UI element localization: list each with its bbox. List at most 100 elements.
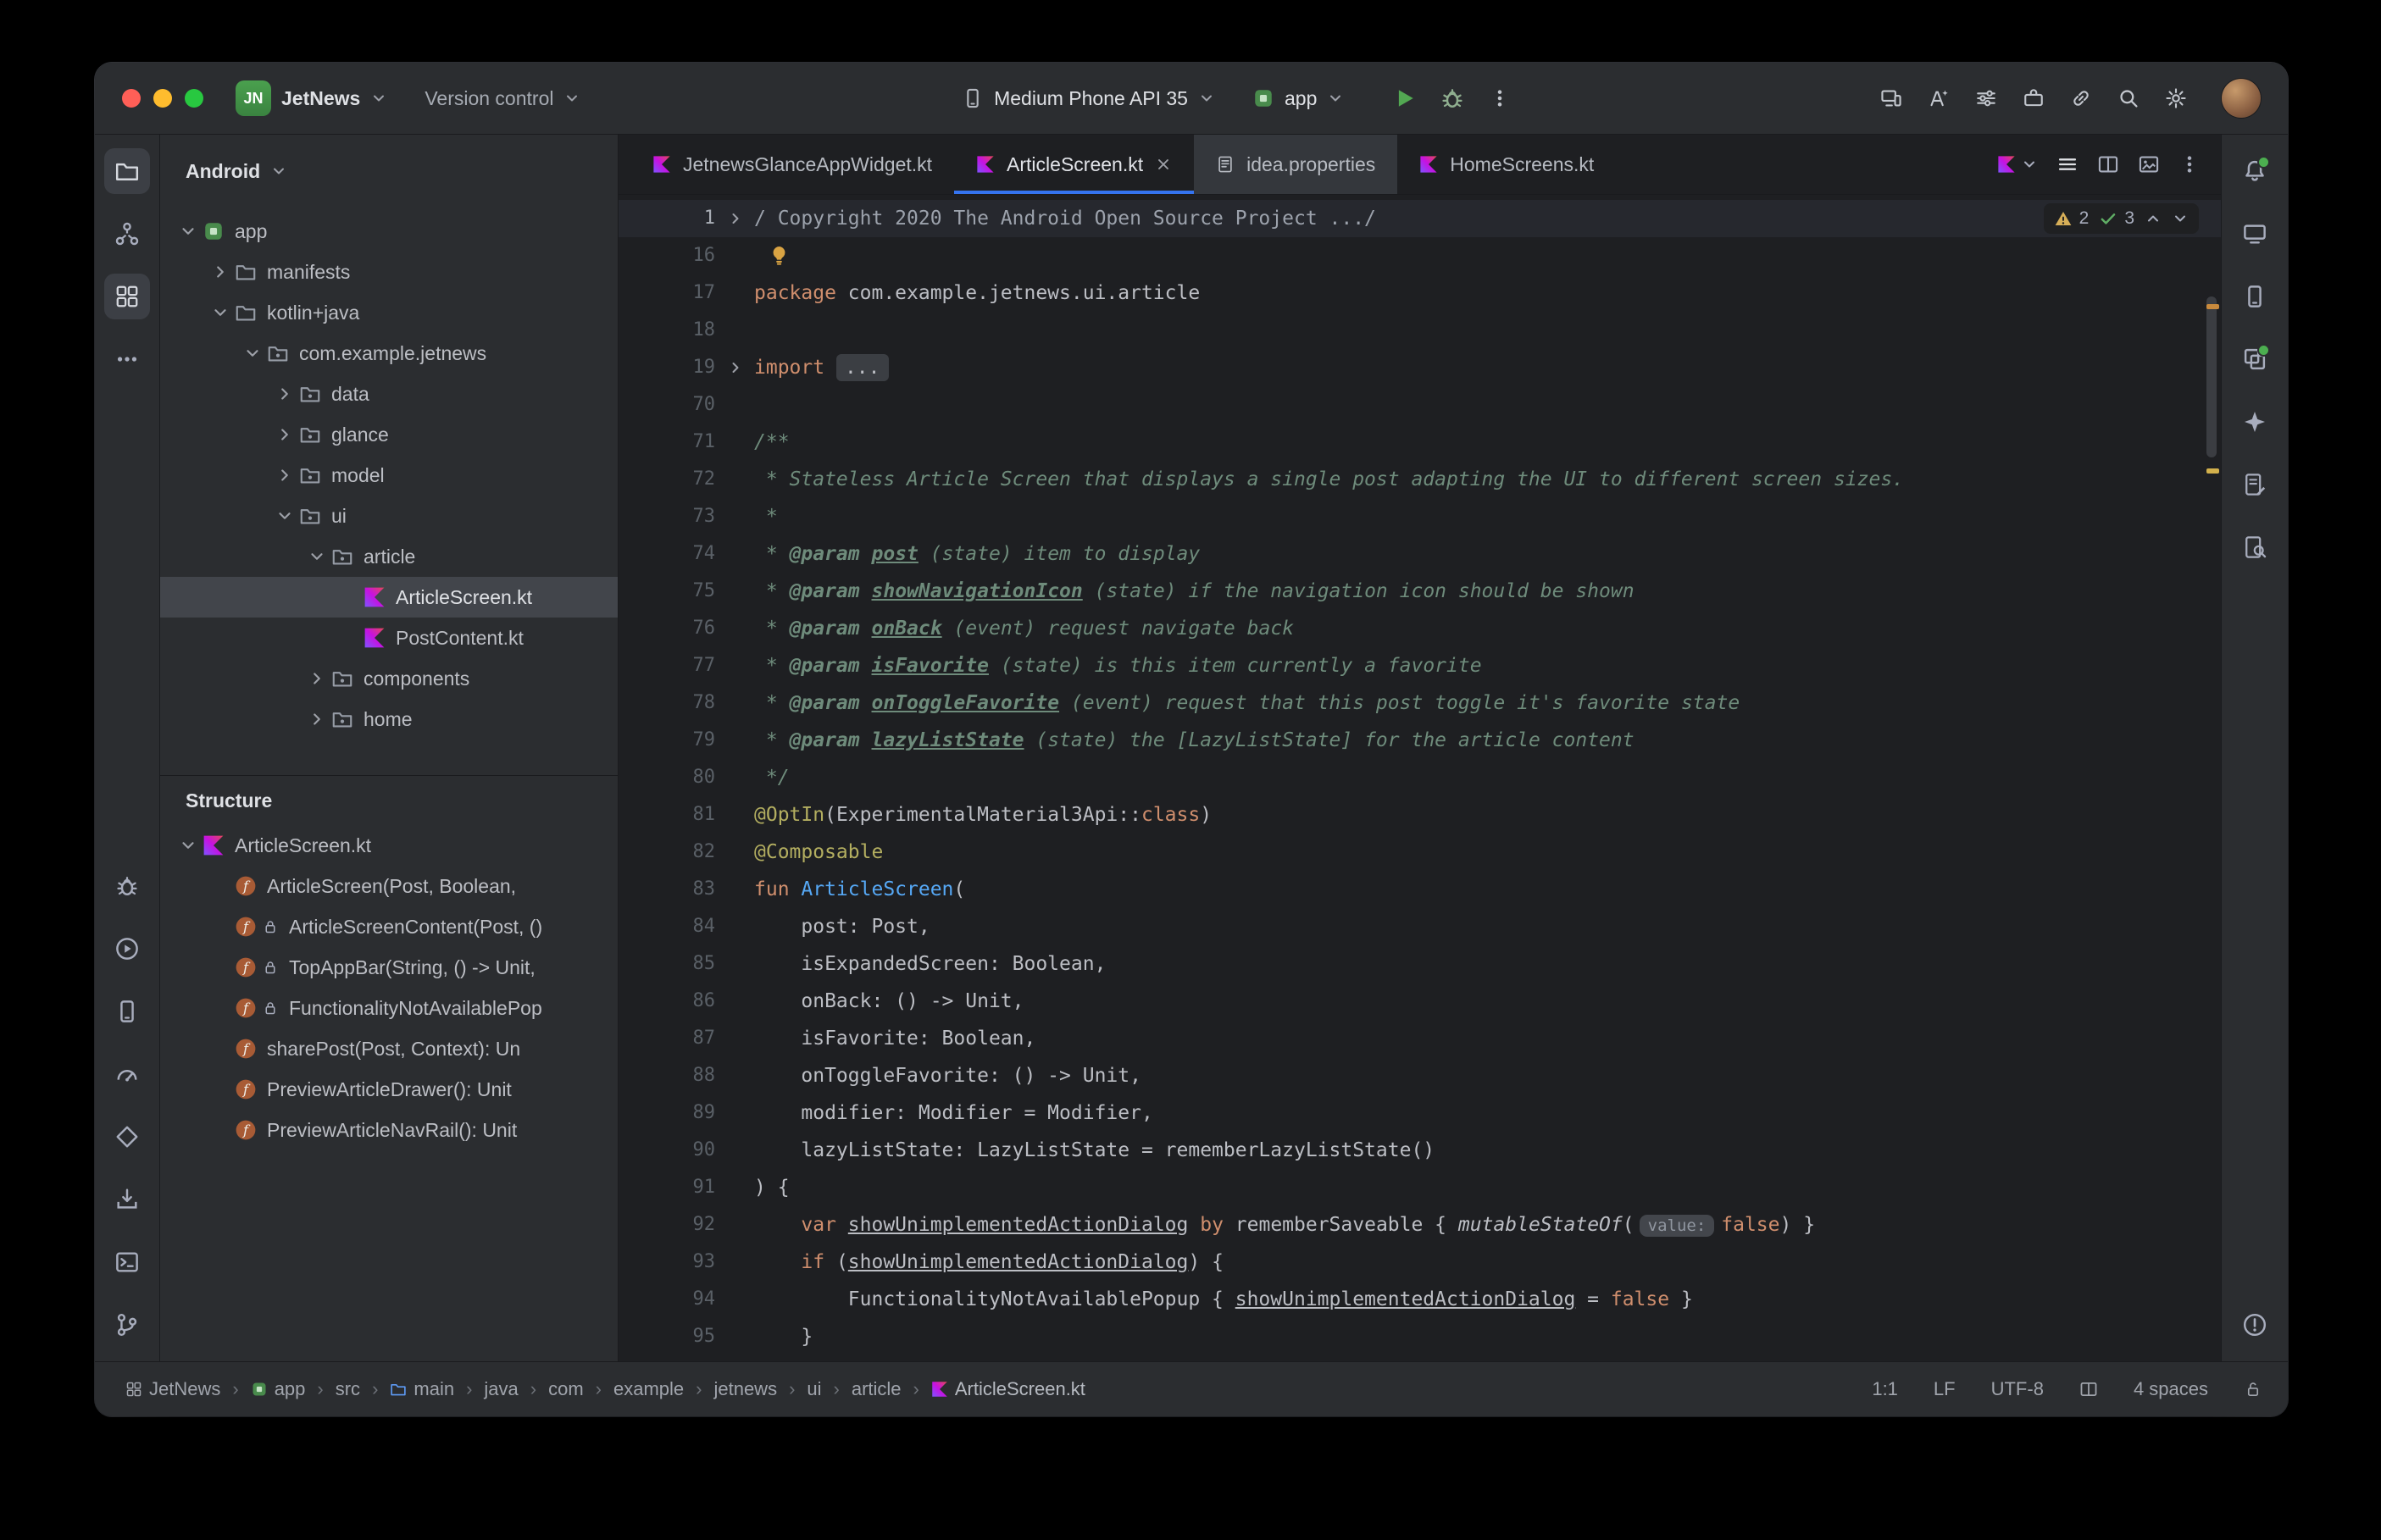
code-line-81[interactable]: 81@OptIn(ExperimentalMaterial3Api::class… <box>619 796 2221 834</box>
tool-button-app-quality-insights[interactable] <box>104 863 150 909</box>
editor-config-icon[interactable] <box>2079 1380 2098 1399</box>
tab-close-button[interactable] <box>1155 156 1172 173</box>
breadcrumb-ui[interactable]: ui <box>807 1378 821 1400</box>
minimize-window-button[interactable] <box>153 89 172 108</box>
structure-item-previewarticledrawer-unit[interactable]: PreviewArticleDrawer(): Unit <box>160 1069 618 1110</box>
warning-stripe-mark[interactable] <box>2206 304 2219 309</box>
tool-button-problems[interactable] <box>2232 1302 2278 1348</box>
code-line-72[interactable]: 72 * Stateless Article Screen that displ… <box>619 461 2221 498</box>
tool-button-app-inspection[interactable] <box>104 1114 150 1160</box>
encoding[interactable]: UTF-8 <box>1991 1378 2044 1400</box>
code-line-76[interactable]: 76 * @param onBack (event) request navig… <box>619 610 2221 647</box>
breadcrumb-articlescreen-kt[interactable]: ArticleScreen.kt <box>931 1378 1085 1400</box>
code-line-92[interactable]: 92 var showUnimplementedActionDialog by … <box>619 1206 2221 1244</box>
run-config-selector[interactable]: app <box>1252 87 1344 110</box>
code-line-93[interactable]: 93 if (showUnimplementedActionDialog) { <box>619 1244 2221 1281</box>
code-line-70[interactable]: 70 <box>619 386 2221 424</box>
toolbar-code-tools-button[interactable] <box>2013 78 2054 119</box>
toolbar-settings-sliders-button[interactable] <box>1966 78 2006 119</box>
tool-button-device-manager[interactable] <box>104 989 150 1034</box>
structure-item-previewarticlenavrail-unit[interactable]: PreviewArticleNavRail(): Unit <box>160 1110 618 1150</box>
breadcrumb-article[interactable]: article <box>852 1378 902 1400</box>
tree-item-model[interactable]: model <box>160 455 618 496</box>
project-menu[interactable]: JN JetNews <box>236 80 387 116</box>
code-line-17[interactable]: 17package com.example.jetnews.ui.article <box>619 274 2221 312</box>
toolbar-link-button[interactable] <box>2061 78 2101 119</box>
code-line-84[interactable]: 84 post: Post, <box>619 908 2221 945</box>
fold-marker[interactable] <box>727 210 744 227</box>
code-line-78[interactable]: 78 * @param onToggleFavorite (event) req… <box>619 684 2221 722</box>
tool-button-build[interactable] <box>104 1177 150 1222</box>
code-editor[interactable]: 1/ Copyright 2020 The Android Open Sourc… <box>619 195 2221 1361</box>
project-view-selector[interactable]: Android <box>160 135 618 208</box>
avatar[interactable] <box>2222 79 2261 118</box>
breadcrumb-app[interactable]: app <box>251 1378 306 1400</box>
code-line-85[interactable]: 85 isExpandedScreen: Boolean, <box>619 945 2221 983</box>
editor-list-button[interactable] <box>2056 153 2079 175</box>
hidden-tabs-dropdown[interactable] <box>1997 155 2038 174</box>
tree-chevron[interactable] <box>238 344 267 363</box>
indent-setting[interactable]: 4 spaces <box>2134 1378 2208 1400</box>
tree-item-kotlin-java[interactable]: kotlin+java <box>160 292 618 333</box>
structure-item-sharepost-post-context-un[interactable]: sharePost(Post, Context): Un <box>160 1028 618 1069</box>
code-line-74[interactable]: 74 * @param post (state) item to display <box>619 535 2221 573</box>
tab-idea-properties[interactable]: idea.properties <box>1194 135 1397 194</box>
code-line-91[interactable]: 91) { <box>619 1169 2221 1206</box>
toolbar-device-stream-button[interactable] <box>1871 78 1912 119</box>
code-line-82[interactable]: 82@Composable <box>619 834 2221 871</box>
tool-button-more-tool-windows[interactable] <box>104 336 150 382</box>
zoom-window-button[interactable] <box>185 89 203 108</box>
code-line-88[interactable]: 88 onToggleFavorite: () -> Unit, <box>619 1057 2221 1094</box>
tree-item-postcontent-kt[interactable]: PostContent.kt <box>160 618 618 658</box>
tab-articlescreen-kt[interactable]: ArticleScreen.kt <box>954 135 1194 194</box>
code-line-80[interactable]: 80 */ <box>619 759 2221 796</box>
tree-item-article[interactable]: article <box>160 536 618 577</box>
tool-button-running-devices[interactable] <box>2232 274 2278 319</box>
breadcrumb-example[interactable]: example <box>613 1378 684 1400</box>
split-editor-button[interactable] <box>2097 153 2119 175</box>
code-line-16[interactable]: 16 <box>619 237 2221 274</box>
tool-button-project[interactable] <box>104 148 150 194</box>
code-line-19[interactable]: 19import ... <box>619 349 2221 386</box>
tree-chevron[interactable] <box>302 547 331 566</box>
device-selector[interactable]: Medium Phone API 35 <box>962 87 1215 110</box>
code-line-87[interactable]: 87 isFavorite: Boolean, <box>619 1020 2221 1057</box>
tool-button-device-explorer[interactable] <box>2232 524 2278 570</box>
breadcrumb-com[interactable]: com <box>548 1378 584 1400</box>
tree-item-data[interactable]: data <box>160 374 618 414</box>
tab-jetnewsglanceappwidget-kt[interactable]: JetnewsGlanceAppWidget.kt <box>630 135 954 194</box>
code-line-77[interactable]: 77 * @param isFavorite (state) is this i… <box>619 647 2221 684</box>
structure-item-topappbar-string-unit[interactable]: TopAppBar(String, () -> Unit, <box>160 947 618 988</box>
inspections-widget[interactable]: 2 3 <box>2044 203 2199 234</box>
version-control-menu[interactable]: Version control <box>425 87 580 110</box>
structure-item-articlescreencontent-post[interactable]: ArticleScreenContent(Post, () <box>160 906 618 947</box>
tool-button-commit[interactable] <box>104 211 150 257</box>
code-line-90[interactable]: 90 lazyListState: LazyListState = rememb… <box>619 1132 2221 1169</box>
tool-button-terminal[interactable] <box>104 1239 150 1285</box>
tree-item-home[interactable]: home <box>160 699 618 740</box>
more-run-options-button[interactable] <box>1479 78 1520 119</box>
fold-marker[interactable] <box>727 359 744 376</box>
previous-problem-icon[interactable] <box>2145 210 2162 227</box>
code-line-79[interactable]: 79 * @param lazyListState (state) the [L… <box>619 722 2221 759</box>
code-line-18[interactable]: 18 <box>619 312 2221 349</box>
tab-homescreens-kt[interactable]: HomeScreens.kt <box>1397 135 1616 194</box>
tree-chevron[interactable] <box>174 222 203 241</box>
tree-item-manifests[interactable]: manifests <box>160 252 618 292</box>
debug-button[interactable] <box>1432 78 1473 119</box>
structure-item-articlescreen-kt[interactable]: ArticleScreen.kt <box>160 825 618 866</box>
tree-chevron[interactable] <box>206 303 235 322</box>
tree-chevron[interactable] <box>302 710 331 728</box>
tool-button-structure[interactable] <box>104 274 150 319</box>
tree-chevron[interactable] <box>270 507 299 525</box>
code-line-1[interactable]: 1/ Copyright 2020 The Android Open Sourc… <box>619 200 2221 237</box>
tool-button-gemini[interactable] <box>2232 399 2278 445</box>
next-problem-icon[interactable] <box>2172 210 2189 227</box>
tree-chevron[interactable] <box>270 385 299 403</box>
unlock-icon[interactable] <box>2244 1380 2262 1399</box>
editor-options-button[interactable] <box>2178 153 2201 175</box>
preview-button[interactable] <box>2138 153 2160 175</box>
tree-item-glance[interactable]: glance <box>160 414 618 455</box>
structure-item-articlescreen-post-boolean[interactable]: ArticleScreen(Post, Boolean, <box>160 866 618 906</box>
code-line-86[interactable]: 86 onBack: () -> Unit, <box>619 983 2221 1020</box>
